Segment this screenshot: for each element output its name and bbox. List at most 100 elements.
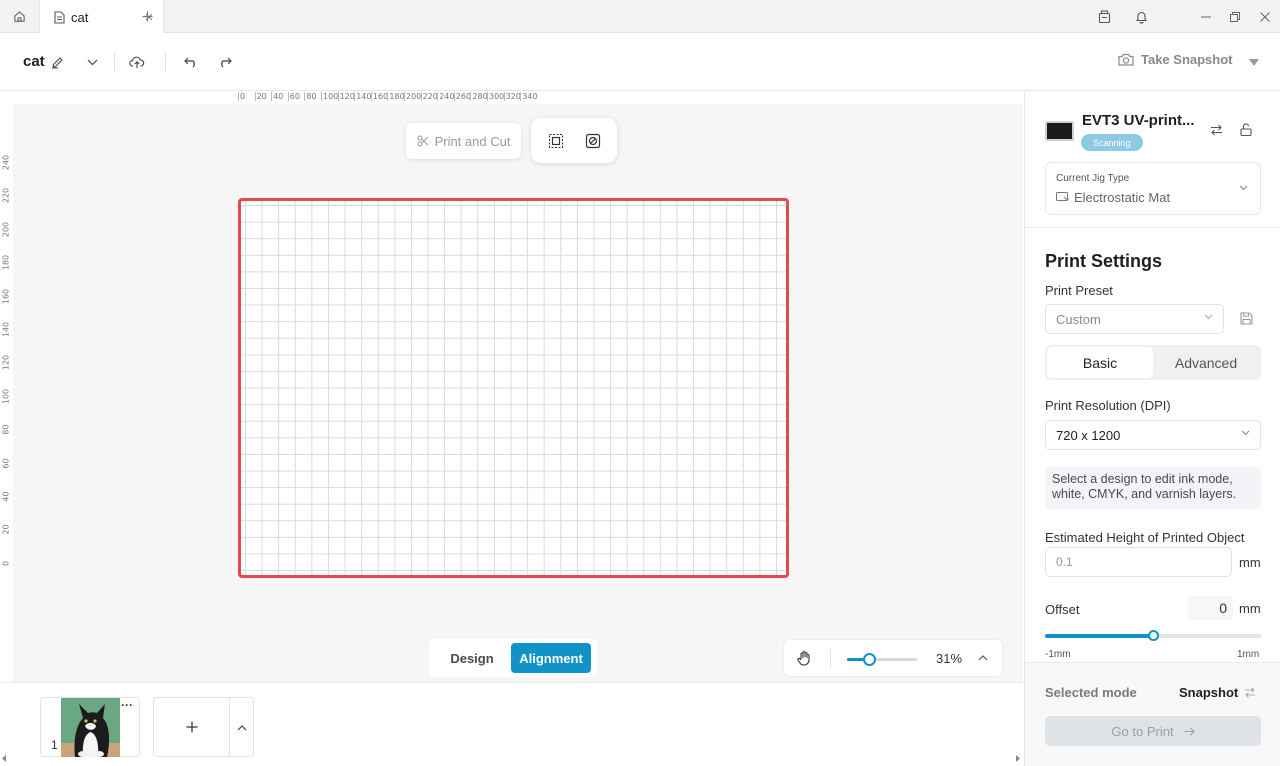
ink-layers-info: Select a design to edit ink mode, white,… [1045, 467, 1261, 509]
document-menu-button[interactable] [80, 50, 104, 74]
chevron-down-icon [87, 59, 98, 66]
ruler-tick-label: 20 [254, 92, 267, 101]
ruler-tick-label: 60 [1, 458, 11, 469]
panel-divider [1025, 227, 1280, 228]
bell-icon [1135, 10, 1148, 24]
zoom-divider [830, 649, 831, 669]
clipboard-button[interactable] [1089, 0, 1119, 33]
home-button[interactable] [0, 0, 40, 33]
take-snapshot-button[interactable]: Take Snapshot [1118, 52, 1233, 67]
go-to-print-button[interactable]: Go to Print [1045, 716, 1261, 746]
device-name: EVT3 UV-print... [1082, 112, 1195, 129]
selected-mode-value: Snapshot [1179, 685, 1239, 700]
ruler-tick-label: 300 [487, 92, 505, 101]
ruler-tick-label: 100 [1, 388, 11, 404]
home-icon [13, 10, 26, 23]
scroll-right-icon[interactable] [1015, 755, 1020, 762]
offset-slider-thumb[interactable] [1148, 630, 1159, 641]
print-preset-value: Custom [1056, 311, 1101, 327]
estimated-height-input[interactable]: 0.1 [1045, 547, 1232, 577]
zoom-slider-thumb[interactable] [862, 653, 876, 666]
print-and-cut-label: Print and Cut [434, 133, 511, 149]
offset-label: Offset [1045, 602, 1080, 617]
close-window-button[interactable] [1250, 0, 1280, 33]
upload-button[interactable] [125, 50, 149, 74]
ruler-tick-label: 320 [503, 92, 521, 101]
print-preset-label: Print Preset [1045, 283, 1113, 298]
offset-max-label: 1mm [1237, 649, 1260, 660]
page-thumbnail[interactable]: 1 ··· [40, 697, 140, 757]
jig-type-select[interactable]: Current Jig Type Electrostatic Mat [1045, 162, 1261, 215]
chevron-down-icon [1239, 185, 1248, 191]
arrow-right-icon [1184, 727, 1195, 736]
target-mark-icon[interactable] [585, 133, 601, 149]
plus-icon [142, 11, 153, 22]
restore-button[interactable] [1220, 0, 1250, 33]
ruler-tick-label: 340 [520, 92, 538, 101]
offset-slider[interactable] [1045, 630, 1261, 641]
print-resolution-select[interactable]: 720 x 1200 [1045, 420, 1261, 450]
alignment-mode-button[interactable]: Alignment [511, 643, 591, 673]
switch-mode-icon[interactable] [1244, 687, 1256, 698]
offset-unit: mm [1239, 601, 1261, 616]
redo-icon [218, 57, 232, 68]
toolbar-divider [165, 53, 166, 71]
print-preset-select[interactable]: Custom [1045, 304, 1224, 334]
add-page-control [153, 697, 254, 757]
ruler-tick-label: 40 [271, 92, 284, 101]
minimize-button[interactable] [1191, 0, 1221, 33]
zoom-value: 31% [936, 651, 963, 666]
camera-icon [1118, 53, 1134, 66]
toolbar-divider [114, 53, 115, 71]
new-tab-button[interactable] [130, 0, 164, 33]
scroll-left-icon[interactable] [2, 755, 7, 762]
tab-basic[interactable]: Basic [1047, 347, 1153, 378]
caret-down-icon [1249, 58, 1259, 66]
undo-button[interactable] [179, 50, 203, 74]
ruler-tick-label: 240 [1, 154, 11, 171]
more-options-icon[interactable]: ··· [121, 698, 133, 712]
chevron-up-icon[interactable] [978, 654, 988, 661]
hand-icon[interactable] [797, 650, 812, 666]
chevron-down-icon [1241, 430, 1250, 436]
ruler-tick-label: 140 [1, 321, 11, 338]
archive-icon [1098, 9, 1111, 24]
snapshot-dropdown-button[interactable] [1242, 50, 1266, 74]
edit-icon [51, 56, 64, 69]
add-page-button[interactable] [154, 698, 230, 756]
save-preset-icon[interactable] [1240, 312, 1253, 325]
height-unit: mm [1239, 555, 1261, 570]
selected-mode-label: Selected mode [1045, 685, 1137, 700]
redo-button[interactable] [213, 50, 237, 74]
tab-advanced[interactable]: Advanced [1153, 347, 1259, 378]
jig-type-value: Electrostatic Mat [1056, 190, 1170, 205]
offset-value-input[interactable]: 0 [1188, 596, 1233, 620]
chevron-down-icon [1204, 314, 1213, 320]
switch-device-icon[interactable] [1210, 124, 1223, 136]
ruler-tick-label: 20 [1, 524, 11, 535]
ruler-horizontal: 0 20 40 60 80 100 120 140 160 180 200 220 240 260 280 3… [0, 91, 1023, 104]
ruler-tick-label: 280 [470, 92, 488, 101]
ruler-tick-label: 240 [437, 92, 455, 101]
print-bed-grid[interactable] [238, 198, 789, 578]
document-icon [54, 10, 65, 24]
design-mode-button[interactable]: Design [433, 643, 511, 673]
ruler-tick-label: 0 [1, 560, 11, 566]
settings-tabs: Basic Advanced [1045, 345, 1261, 380]
canvas-area[interactable]: 0 20 40 60 80 100 120 140 160 180 200 220 240 260 280 3… [0, 91, 1023, 766]
ruler-tick-label: 0 [238, 92, 246, 101]
go-to-print-label: Go to Print [1111, 723, 1174, 739]
notifications-button[interactable] [1126, 0, 1156, 33]
frame-select-icon[interactable] [548, 133, 564, 149]
ruler-tick-label: 220 [420, 92, 438, 101]
zoom-slider[interactable] [847, 653, 917, 666]
estimated-height-label: Estimated Height of Printed Object [1045, 530, 1245, 545]
unlock-icon[interactable] [1240, 123, 1252, 136]
print-and-cut-button[interactable]: Print and Cut [406, 123, 521, 159]
ruler-tick-label: 260 [453, 92, 472, 101]
collapse-pages-button[interactable] [230, 698, 254, 756]
rename-button[interactable] [45, 50, 69, 74]
ruler-tick-label: 60 [287, 92, 300, 101]
plus-icon [186, 721, 198, 733]
ruler-tick-label: 160 [370, 92, 389, 101]
